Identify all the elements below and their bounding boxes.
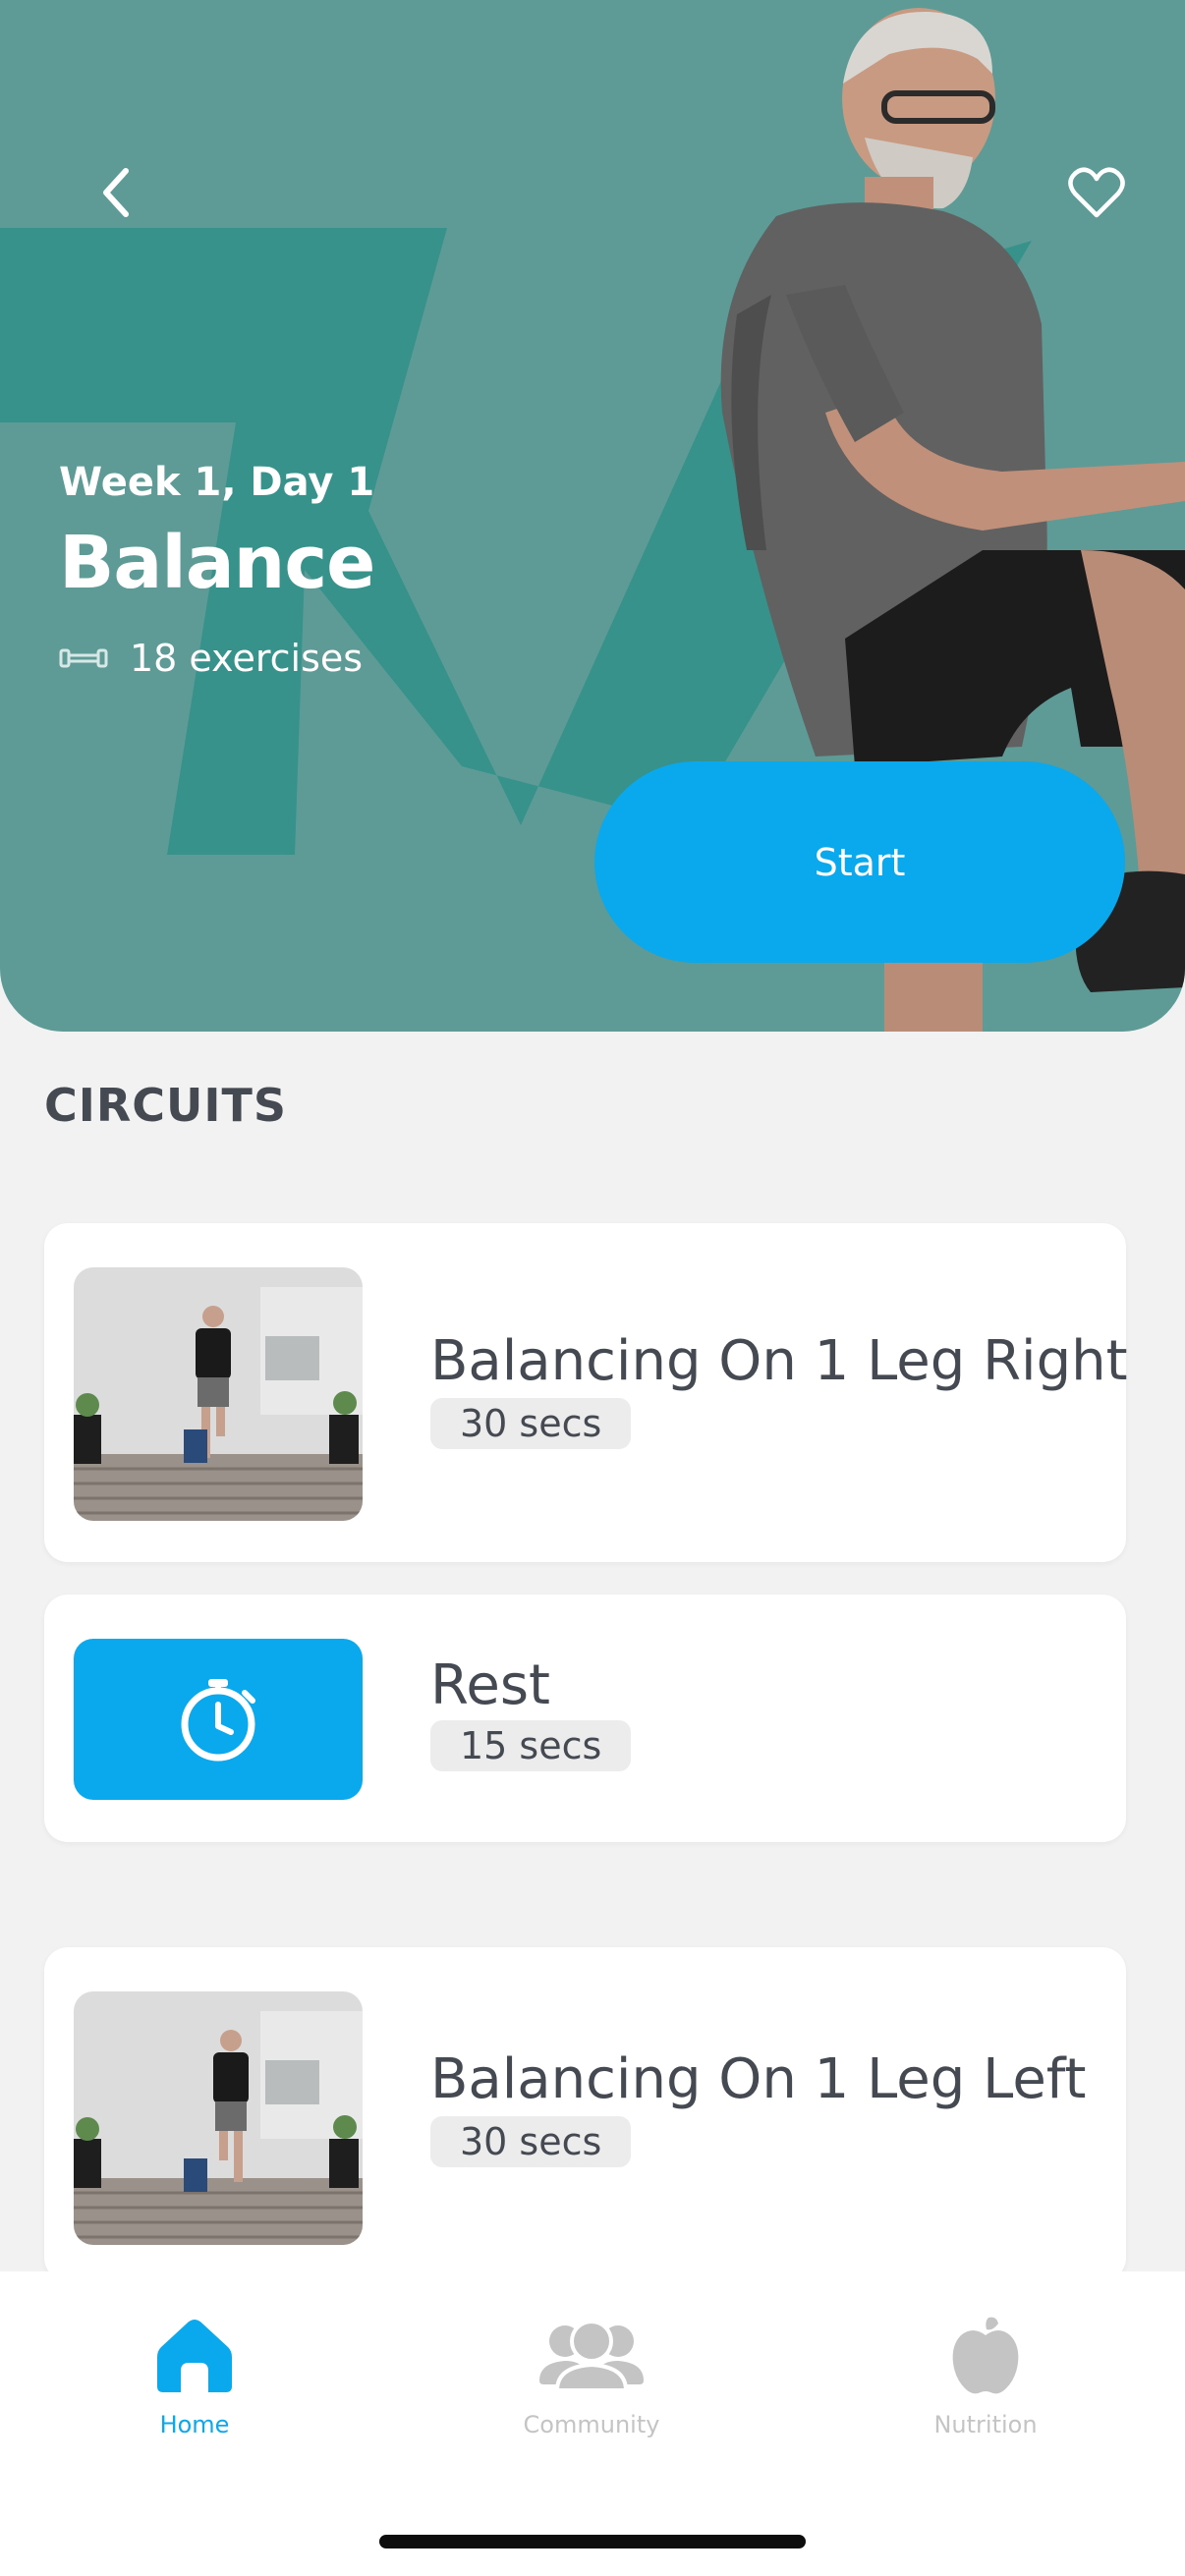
- exercise-name: Rest: [430, 1653, 550, 1717]
- circuit-item[interactable]: Balancing On 1 Leg Left 30 secs: [44, 1947, 1126, 2281]
- exercise-thumbnail: [74, 1991, 363, 2245]
- apple-icon: [952, 2317, 1019, 2394]
- bottom-tab-bar: Home Community Nutrition: [0, 2271, 1185, 2576]
- exercise-thumbnail: [74, 1267, 363, 1521]
- exercise-name: Balancing On 1 Leg Left: [430, 2047, 1087, 2111]
- dumbbell-icon: [59, 648, 108, 668]
- tab-community[interactable]: Community: [444, 2311, 739, 2458]
- back-button[interactable]: [81, 157, 151, 228]
- exercise-duration: 30 secs: [430, 2116, 632, 2167]
- exercise-count: 18 exercises: [130, 637, 364, 680]
- exercise-count-row: 18 exercises: [59, 637, 363, 680]
- circuit-item[interactable]: Balancing On 1 Leg Right 30 secs: [44, 1223, 1128, 1562]
- workout-title: Balance: [59, 521, 375, 605]
- hero-banner: Week 1, Day 1 Balance 18 exercises Start: [0, 0, 1185, 1032]
- community-icon: [539, 2320, 644, 2392]
- exercise-duration: 30 secs: [430, 1398, 632, 1449]
- tab-label: Home: [159, 2411, 230, 2438]
- circuit-item[interactable]: Rest 15 secs: [44, 1595, 1126, 1842]
- home-icon: [157, 2320, 232, 2392]
- tab-home[interactable]: Home: [47, 2311, 342, 2458]
- start-button[interactable]: Start: [594, 761, 1125, 963]
- exercise-duration: 15 secs: [430, 1720, 632, 1771]
- tab-label: Community: [523, 2411, 660, 2438]
- circuits-heading: CIRCUITS: [44, 1079, 288, 1132]
- workout-detail-screen: Week 1, Day 1 Balance 18 exercises Start…: [0, 0, 1185, 2576]
- stopwatch-icon: [181, 1679, 255, 1762]
- chevron-left-icon: [103, 168, 129, 217]
- week-day-label: Week 1, Day 1: [59, 460, 375, 505]
- tab-label: Nutrition: [933, 2411, 1038, 2438]
- home-indicator: [379, 2535, 806, 2548]
- tab-nutrition[interactable]: Nutrition: [838, 2311, 1133, 2458]
- favorite-button[interactable]: [1061, 157, 1132, 228]
- heart-outline-icon: [1068, 167, 1125, 218]
- rest-thumbnail: [74, 1639, 363, 1800]
- exercise-name: Balancing On 1 Leg Right: [430, 1329, 1128, 1393]
